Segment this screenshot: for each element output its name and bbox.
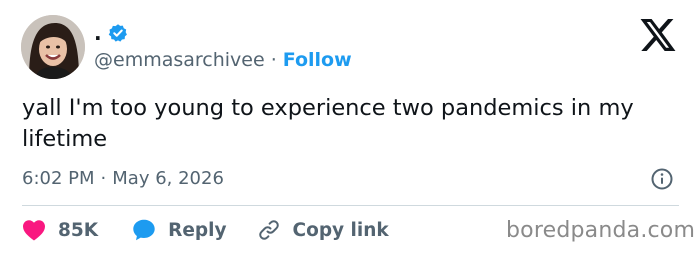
action-bar: 85K Reply Copy link: [22, 215, 389, 245]
follow-button[interactable]: Follow: [283, 49, 352, 71]
x-logo-icon[interactable]: [640, 19, 676, 51]
tweet-time[interactable]: 6:02 PM: [22, 168, 95, 189]
like-button[interactable]: 85K: [22, 219, 98, 241]
name-row: .: [94, 20, 128, 46]
tweet-card: . @emmasarchivee · Follow yall I'm too y…: [0, 0, 700, 256]
verified-badge-icon: [108, 23, 128, 43]
tweet-text: yall I'm too young to experience two pan…: [22, 95, 634, 152]
copy-link-label: Copy link: [292, 219, 389, 241]
display-name[interactable]: .: [94, 21, 102, 45]
reply-button[interactable]: Reply: [132, 218, 227, 242]
reply-label: Reply: [168, 219, 227, 241]
avatar[interactable]: [21, 15, 85, 79]
separator: ·: [270, 49, 277, 71]
tweet-date[interactable]: May 6, 2026: [112, 168, 224, 189]
watermark: boredpanda.com: [506, 218, 696, 243]
heart-icon: [23, 220, 45, 241]
handle-row: @emmasarchivee · Follow: [94, 48, 352, 72]
copy-link-button[interactable]: Copy link: [257, 218, 389, 242]
user-handle[interactable]: @emmasarchivee: [94, 49, 265, 71]
tweet-meta: 6:02 PM · May 6, 2026: [22, 165, 224, 191]
info-icon[interactable]: [650, 167, 674, 191]
divider: [22, 205, 679, 206]
link-icon: [258, 220, 279, 240]
separator: ·: [100, 167, 107, 189]
like-count: 85K: [58, 219, 99, 241]
reply-bubble-icon: [133, 219, 155, 241]
